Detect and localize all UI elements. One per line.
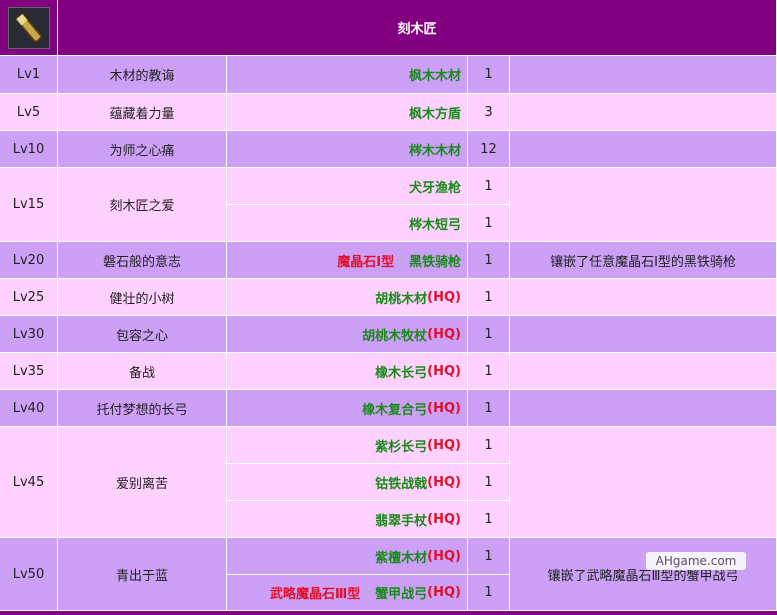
quantity-cell: 1 [468,538,510,575]
quest-name-cell: 包容之心 [58,316,227,353]
level-cell: Lv5 [0,94,58,131]
material-cell: 紫檀木材 (HQ) [227,538,468,575]
quest-name-cell: 爱别离苦 [58,427,227,538]
material-text: 枫木方盾 [408,106,461,122]
quantity-cell: 1 [468,168,510,205]
quest-name-cell: 磐石般的意志 [58,242,227,279]
note-cell [510,56,777,94]
quantity-cell: 1 [468,427,510,464]
quest-name-cell: 备战 [58,353,227,390]
level-cell: Lv40 [0,390,58,427]
level-cell: Lv25 [0,279,58,316]
material-cell: 胡桃木材 (HQ) [227,279,468,316]
note-cell [510,390,777,427]
material-cell: 梣木短弓 [227,205,468,242]
material-text: (HQ) [427,474,461,490]
level-cell: Lv10 [0,131,58,168]
quest-name-cell: 健壮的小树 [58,279,227,316]
level-cell: Lv20 [0,242,58,279]
material-cell: 橡木长弓 (HQ) [227,353,468,390]
crafting-quest-table: 刻木匠 Lv1 木材的教诲 枫木木材 1 Lv5 蕴藏着力量 枫木方盾 3 Lv10 为师之心痛梣… [0,0,777,615]
material-cell: 犬牙渔枪 [227,168,468,205]
material-cell: 魔晶石Ⅰ型 + 黑铁骑枪 [227,242,468,279]
quantity-cell: 1 [468,575,510,611]
quantity-cell: 1 [468,501,510,538]
note-cell: 镶嵌了任意魔晶石Ⅰ型的黑铁骑枪 [510,242,777,279]
material-cell: 紫杉长弓 (HQ) [227,427,468,464]
material-text: 翡翠手杖 [375,513,428,529]
material-text: 犬牙渔枪 [408,180,461,196]
material-text: (HQ) [427,548,461,564]
material-text: 黑铁骑枪 [408,254,461,270]
quantity-cell: 1 [468,353,510,390]
material-text: 蟹甲战弓 [375,587,428,602]
plus-separator: + [396,252,407,268]
quest-name-cell: 青出于蓝 [58,538,227,611]
material-cell: 翡翠手杖 (HQ) [227,501,468,538]
material-cell: 枫木方盾 [227,94,468,131]
material-text: (HQ) [427,585,461,600]
material-text: (HQ) [427,400,461,416]
quest-name-cell: 木材的教诲 [58,56,227,94]
quantity-cell: 1 [468,242,510,279]
table-title: 刻木匠 [58,0,777,56]
level-cell: Lv30 [0,316,58,353]
material-text: (HQ) [427,363,461,379]
material-cell: 钴铁战戟 (HQ) [227,464,468,501]
level-cell: Lv35 [0,353,58,390]
material-text: 武略魔晶石Ⅲ型 [269,587,361,602]
material-text: 胡桃木牧杖 [362,328,428,344]
material-text: (HQ) [427,289,461,305]
material-text: 钴铁战戟 [375,476,428,492]
note-cell [510,131,777,168]
quantity-cell: 12 [468,131,510,168]
note-cell [510,279,777,316]
note-cell [510,168,777,242]
material-cell: 武略魔晶石Ⅲ型 + 蟹甲战弓 (HQ) [227,575,468,611]
material-text: (HQ) [427,511,461,527]
material-cell: 梣木木材 [227,131,468,168]
material-cell: 胡桃木牧杖 (HQ) [227,316,468,353]
class-icon-cell [0,0,58,56]
material-text: 紫檀木材 [375,550,428,566]
note-cell: 镶嵌了武略魔晶石Ⅲ型的蟹甲战弓 [510,538,777,611]
material-text: 魔晶石Ⅰ型 [337,254,395,270]
quest-name-cell: 蕴藏着力量 [58,94,227,131]
level-cell: Lv50 [0,538,58,611]
note-cell [510,316,777,353]
table-bottom-border [0,611,777,615]
material-text: 紫杉长弓 [375,439,428,455]
quest-name-cell: 刻木匠之爱 [58,168,227,242]
level-cell: Lv1 [0,56,58,94]
material-text: 梣木短弓 [408,217,461,233]
quantity-cell: 1 [468,56,510,94]
quest-name-cell: 托付梦想的长弓 [58,390,227,427]
material-text: 橡木复合弓 [362,402,428,418]
site-watermark: AHgame.com [646,552,746,570]
note-cell [510,427,777,538]
material-cell: 橡木复合弓 (HQ) [227,390,468,427]
quantity-cell: 1 [468,316,510,353]
quantity-cell: 3 [468,94,510,131]
material-text: (HQ) [427,326,461,342]
quantity-cell: 1 [468,464,510,501]
material-text: 梣木木材 [408,143,461,159]
carving-knife-icon [7,6,50,49]
quantity-cell: 1 [468,279,510,316]
level-cell: Lv45 [0,427,58,538]
plus-separator: + [362,585,374,600]
material-text: 橡木长弓 [375,365,428,381]
material-text: 枫木木材 [408,69,461,84]
note-cell [510,94,777,131]
note-cell [510,353,777,390]
quantity-cell: 1 [468,390,510,427]
level-cell: Lv15 [0,168,58,242]
material-cell: 枫木木材 [227,56,468,94]
material-text: (HQ) [427,437,461,453]
material-text: 胡桃木材 [375,291,428,307]
quantity-cell: 1 [468,205,510,242]
quest-name-cell: 为师之心痛 [58,131,227,168]
